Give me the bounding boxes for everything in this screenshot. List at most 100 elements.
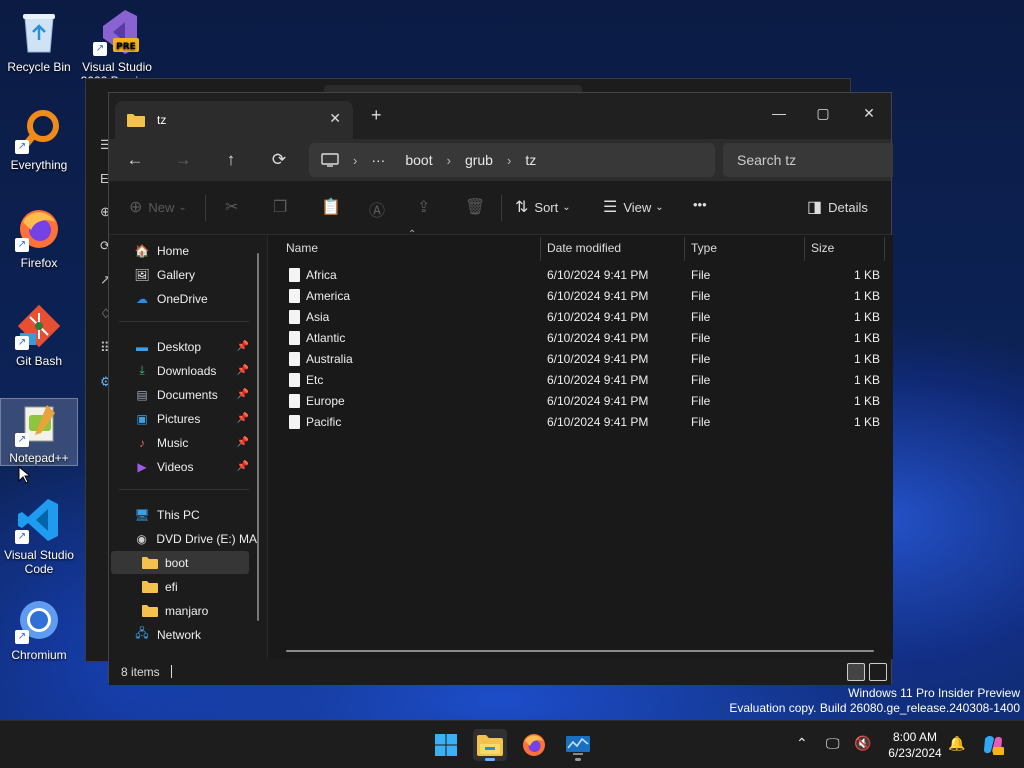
nav-item-home[interactable]: 🏠 Home	[111, 239, 249, 262]
column-divider[interactable]	[884, 237, 885, 261]
large-icons-view-button[interactable]	[869, 663, 887, 681]
search-input[interactable]: Search tz	[723, 143, 893, 177]
vscode-icon: ↗	[15, 496, 63, 544]
nav-item-pictures[interactable]: ▣ Pictures 📌	[111, 407, 249, 430]
up-button[interactable]: ↑	[217, 147, 245, 173]
nav-item-gallery[interactable]: 🖼 Gallery	[111, 263, 249, 286]
column-header-type[interactable]: Type	[691, 235, 717, 261]
file-list[interactable]: ⌃ Name Date modified Type Size Africa 6/1…	[267, 229, 893, 659]
navigation-pane[interactable]: 🏠 Home 🖼 Gallery ☁ OneDrive ▬ Desktop 📌 ⤓ Down…	[109, 235, 267, 659]
minimize-button[interactable]: —	[759, 99, 799, 127]
nav-divider	[119, 489, 249, 490]
delete-button[interactable]: 🗑	[465, 197, 491, 217]
network-status-icon[interactable]: 🖵	[826, 735, 840, 752]
cut-button[interactable]: ✂	[225, 197, 244, 217]
nav-item-this-pc[interactable]: 🖥 This PC	[111, 503, 249, 526]
back-button[interactable]: ←	[121, 147, 149, 173]
notification-bell-icon[interactable]: 🔔	[948, 735, 965, 752]
share-button[interactable]: ⇪	[417, 197, 436, 217]
rename-button[interactable]: Ⓐ	[369, 197, 391, 221]
file-name: Etc	[306, 373, 324, 387]
taskbar-firefox[interactable]	[517, 729, 551, 761]
nav-scrollbar[interactable]	[257, 253, 259, 621]
breadcrumb-boot[interactable]: boot	[405, 152, 432, 168]
start-button[interactable]	[429, 729, 463, 761]
forward-button[interactable]: →	[169, 147, 197, 173]
close-tab-button[interactable]: ✕	[329, 110, 341, 127]
shortcut-arrow-icon: ↗	[15, 238, 29, 252]
copilot-button[interactable]	[976, 729, 1010, 761]
view-button[interactable]: ☰ View ⌄	[603, 197, 664, 217]
nav-item-documents[interactable]: ▤ Documents 📌	[111, 383, 249, 406]
details-label: Details	[828, 199, 868, 215]
table-row[interactable]: America 6/10/2024 9:41 PM File 1 KB	[284, 286, 884, 307]
watermark-line-2: Evaluation copy. Build 26080.ge_release.…	[729, 701, 1020, 715]
table-row[interactable]: Australia 6/10/2024 9:41 PM File 1 KB	[284, 349, 884, 370]
desktop-icon-git-bash[interactable]: ↗ Git Bash	[0, 302, 78, 368]
refresh-button[interactable]: ⟳	[265, 147, 293, 173]
new-tab-button[interactable]: +	[371, 105, 382, 126]
nav-item-onedrive[interactable]: ☁ OneDrive	[111, 287, 249, 310]
nav-item-music[interactable]: ♪ Music 📌	[111, 431, 249, 454]
breadcrumb-grub[interactable]: grub	[465, 152, 493, 168]
column-divider[interactable]	[684, 237, 685, 261]
status-bar: 8 items	[109, 659, 891, 685]
nav-item-network[interactable]: 🖧 Network	[111, 623, 249, 646]
paste-button[interactable]: 📋	[321, 197, 347, 217]
column-header-name[interactable]: Name	[286, 235, 318, 261]
copy-button[interactable]: ❐	[273, 197, 293, 217]
pin-icon[interactable]: 📌	[237, 413, 249, 424]
sort-button[interactable]: ⇅ Sort ⌄	[515, 197, 571, 217]
pin-icon[interactable]: 📌	[237, 341, 249, 352]
file-name: Atlantic	[306, 331, 346, 345]
desktop-icon-chromium[interactable]: ↗ Chromium	[0, 596, 78, 662]
table-row[interactable]: Pacific 6/10/2024 9:41 PM File 1 KB	[284, 412, 884, 433]
details-pane-button[interactable]: ◨ Details	[807, 197, 868, 217]
nav-item-efi[interactable]: efi	[111, 575, 249, 598]
table-row[interactable]: Atlantic 6/10/2024 9:41 PM File 1 KB	[284, 328, 884, 349]
taskbar-file-explorer[interactable]	[473, 729, 507, 761]
title-bar[interactable]: tz ✕ + — ▢ ✕	[109, 93, 891, 139]
show-hidden-icons-button[interactable]: ⌃	[796, 735, 808, 752]
close-window-button[interactable]: ✕	[849, 99, 889, 127]
address-bar[interactable]: › ··· boot › grub › tz	[309, 143, 715, 177]
nav-item-dvd-drive[interactable]: ◉ DVD Drive (E:) MA	[111, 527, 257, 550]
desktop-icon-vscode[interactable]: ↗ Visual Studio Code	[0, 496, 78, 576]
nav-item-manjaro[interactable]: manjaro	[111, 599, 249, 622]
details-view-button[interactable]	[847, 663, 865, 681]
new-button[interactable]: ⊕ New ⌄	[129, 197, 187, 217]
breadcrumb-ellipsis[interactable]: ···	[371, 152, 385, 168]
clock-time: 8:00 AM	[892, 730, 938, 744]
taskbar-resource-monitor[interactable]	[561, 729, 595, 761]
column-divider[interactable]	[540, 237, 541, 261]
maximize-button[interactable]: ▢	[803, 99, 843, 127]
file-explorer-window[interactable]: tz ✕ + — ▢ ✕ ← → ↑ ⟳ › ··· boot › grub ›…	[108, 92, 893, 685]
desktop-icon-visual-studio-preview[interactable]: PRE ↗ Visual Studio 2022 Preview	[78, 8, 156, 80]
table-row[interactable]: Asia 6/10/2024 9:41 PM File 1 KB	[284, 307, 884, 328]
nav-item-boot[interactable]: boot	[111, 551, 249, 574]
desktop-icon-recycle-bin[interactable]: Recycle Bin	[0, 8, 78, 74]
nav-item-videos[interactable]: ▶ Videos 📌	[111, 455, 249, 478]
pin-icon[interactable]: 📌	[237, 365, 249, 376]
pin-icon[interactable]: 📌	[237, 461, 249, 472]
table-row[interactable]: Europe 6/10/2024 9:41 PM File 1 KB	[284, 391, 884, 412]
table-row[interactable]: Etc 6/10/2024 9:41 PM File 1 KB	[284, 370, 884, 391]
nav-item-desktop[interactable]: ▬ Desktop 📌	[111, 335, 249, 358]
breadcrumb-tz[interactable]: tz	[525, 152, 536, 168]
desktop-icon-firefox[interactable]: ↗ Firefox	[0, 204, 78, 270]
toolbar-divider	[205, 195, 206, 221]
horizontal-scrollbar[interactable]	[286, 650, 874, 652]
more-options-button[interactable]: •••	[693, 197, 707, 212]
nav-item-downloads[interactable]: ⤓ Downloads 📌	[111, 359, 249, 382]
tab-tz[interactable]: tz ✕	[115, 101, 353, 139]
pin-icon[interactable]: 📌	[237, 437, 249, 448]
column-header-size[interactable]: Size	[811, 235, 834, 261]
table-row[interactable]: Africa 6/10/2024 9:41 PM File 1 KB	[284, 265, 884, 286]
pin-icon[interactable]: 📌	[237, 389, 249, 400]
column-divider[interactable]	[804, 237, 805, 261]
clock[interactable]: 8:00 AM 6/23/2024	[880, 729, 950, 761]
desktop-icon-notepad-plus-plus[interactable]: ↗ Notepad++	[0, 398, 78, 466]
desktop-icon-everything[interactable]: ↗ Everything	[0, 106, 78, 172]
column-header-date-modified[interactable]: Date modified	[547, 235, 621, 261]
volume-muted-icon[interactable]: 🔇	[854, 735, 871, 752]
